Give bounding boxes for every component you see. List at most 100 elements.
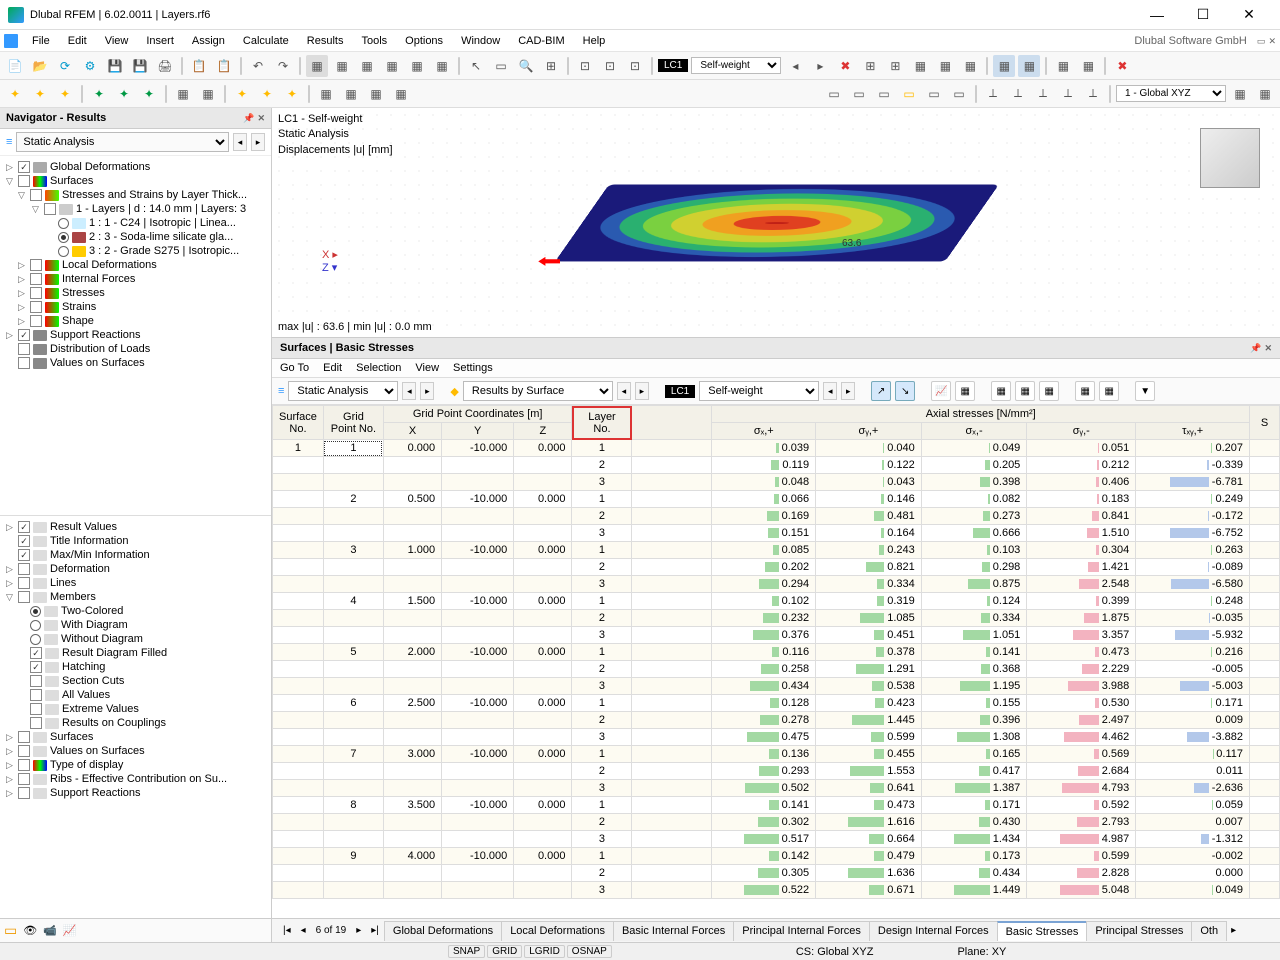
r2-k[interactable]: ✦ [281,83,303,105]
nav-pin-icon[interactable]: 📌 [243,113,254,123]
tb-h[interactable]: ⊡ [574,55,596,77]
tp-ic9[interactable]: ▦ [1099,381,1119,401]
paste-icon[interactable]: 📋 [213,55,235,77]
tp-ic6[interactable]: ▦ [1015,381,1035,401]
tb-m[interactable]: ⊞ [884,55,906,77]
table-row[interactable]: 2 0.169 0.481 0.273 0.841 -0.172 [273,508,1280,525]
tp-ic5[interactable]: ▦ [991,381,1011,401]
3d-viewport[interactable]: LC1 - Self-weight Static Analysis Displa… [272,108,1280,338]
redo-icon[interactable]: ↷ [272,55,294,77]
table-row[interactable]: 3 0.376 0.451 1.051 3.357 -5.932 [273,627,1280,644]
tb-b[interactable]: ▦ [331,55,353,77]
tp-a-next[interactable]: ▸ [420,382,434,400]
select-arrow-icon[interactable]: ↖ [465,55,487,77]
table-row[interactable]: 2 0.293 1.553 0.417 2.684 0.011 [273,763,1280,780]
tp-ic8[interactable]: ▦ [1075,381,1095,401]
r2-o[interactable]: ▦ [390,83,412,105]
bs-4[interactable]: 📈 [63,924,77,937]
tp-ic3[interactable]: 📈 [931,381,951,401]
table-row[interactable]: 31.000-10.0000.0001 0.085 0.243 0.103 0.… [273,542,1280,559]
tb-o[interactable]: ▦ [934,55,956,77]
r2-e[interactable]: ✦ [113,83,135,105]
table-row[interactable]: 2 0.278 1.445 0.396 2.497 0.009 [273,712,1280,729]
tab-global-deformations[interactable]: Global Deformations [384,921,502,941]
undo-icon[interactable]: ↶ [247,55,269,77]
r2-d[interactable]: ✦ [88,83,110,105]
r2-x[interactable]: ⟂ [1032,83,1054,105]
r2-l[interactable]: ▦ [315,83,337,105]
menu-help[interactable]: Help [575,33,614,49]
lgrid-toggle[interactable]: LGRID [524,945,565,958]
table-row[interactable]: 62.500-10.0000.0001 0.128 0.423 0.155 0.… [273,695,1280,712]
tb-g[interactable]: ⊞ [540,55,562,77]
tab-principal-internal-forces[interactable]: Principal Internal Forces [733,921,870,941]
tab-design-internal-forces[interactable]: Design Internal Forces [869,921,998,941]
r2-c[interactable]: ✦ [54,83,76,105]
grid-toggle[interactable]: GRID [487,945,522,958]
table-row[interactable]: 94.000-10.0000.0001 0.142 0.479 0.173 0.… [273,848,1280,865]
tb-p[interactable]: ▦ [959,55,981,77]
table-row[interactable]: 3 0.517 0.664 1.434 4.987 -1.312 [273,831,1280,848]
table-row[interactable]: 83.500-10.0000.0001 0.141 0.473 0.171 0.… [273,797,1280,814]
tp-lc-next[interactable]: ▸ [841,382,855,400]
page-next[interactable]: ▸ [351,925,366,936]
r2-a[interactable]: ✦ [4,83,26,105]
menu-tools[interactable]: Tools [353,33,395,49]
save-icon[interactable]: 💾 [104,55,126,77]
r2-end1[interactable]: ▦ [1229,83,1251,105]
snap-toggle[interactable]: SNAP [448,945,485,958]
table-row[interactable]: 2 0.202 0.821 0.298 1.421 -0.089 [273,559,1280,576]
tb-a[interactable]: ▦ [306,55,328,77]
menu-assign[interactable]: Assign [184,33,233,49]
tb-r[interactable]: ▦ [1018,55,1040,77]
table-row[interactable]: 2 0.258 1.291 0.368 2.229 -0.005 [273,661,1280,678]
r2-h[interactable]: ▦ [197,83,219,105]
tp-a-prev[interactable]: ◂ [402,382,416,400]
table-row[interactable]: 2 0.302 1.616 0.430 2.793 0.007 [273,814,1280,831]
menu-file[interactable]: File [24,33,58,49]
bs-2[interactable]: 👁 [23,924,37,937]
tb-i[interactable]: ⊡ [599,55,621,77]
tp-filter-icon[interactable]: ▼ [1135,381,1155,401]
tb-l[interactable]: ⊞ [859,55,881,77]
tp-results-select[interactable]: Results by Surface [463,381,613,401]
r2-v[interactable]: ⟂ [982,83,1004,105]
tp-menu-go-to[interactable]: Go To [280,362,309,374]
menu-options[interactable]: Options [397,33,451,49]
open-icon[interactable]: 📂 [29,55,51,77]
loadcase-select[interactable]: Self-weight [691,57,781,74]
tb-u[interactable]: ✖ [1111,55,1133,77]
select-box-icon[interactable]: ▭ [490,55,512,77]
nav-close-icon[interactable]: ✕ [257,113,265,123]
r2-s[interactable]: ▭ [898,83,920,105]
lc-next[interactable]: ▸ [809,55,831,77]
app-menu-icon[interactable] [4,34,18,48]
r2-j[interactable]: ✦ [256,83,278,105]
maximize-button[interactable]: ☐ [1180,0,1226,30]
tb-q[interactable]: ▦ [993,55,1015,77]
tab-oth[interactable]: Oth [1191,921,1227,941]
r2-b[interactable]: ✦ [29,83,51,105]
tab-basic-stresses[interactable]: Basic Stresses [997,921,1088,941]
tp-menu-settings[interactable]: Settings [453,362,493,374]
table-row[interactable]: 3 0.048 0.043 0.398 0.406 -6.781 [273,474,1280,491]
tb-d[interactable]: ▦ [381,55,403,77]
r2-u[interactable]: ▭ [948,83,970,105]
zoom-icon[interactable]: 🔍 [515,55,537,77]
menu-view[interactable]: View [97,33,137,49]
table-pin-icon[interactable]: 📌 [1250,343,1261,353]
table-row[interactable]: 3 0.475 0.599 1.308 4.462 -3.882 [273,729,1280,746]
tb-j[interactable]: ⊡ [624,55,646,77]
table-row[interactable]: 3 0.151 0.164 0.666 1.510 -6.752 [273,525,1280,542]
r2-f[interactable]: ✦ [138,83,160,105]
table-row[interactable]: 3 0.434 0.538 1.195 3.988 -5.003 [273,678,1280,695]
table-row[interactable]: 2 0.305 1.636 0.434 2.828 0.000 [273,865,1280,882]
r2-n[interactable]: ▦ [365,83,387,105]
print-icon[interactable]: 🖨 [154,55,176,77]
tb-f[interactable]: ▦ [431,55,453,77]
tp-menu-view[interactable]: View [415,362,439,374]
tabs-more[interactable]: ▸ [1226,925,1241,936]
cycle-icon[interactable]: ⟳ [54,55,76,77]
tp-lc-select[interactable]: Self-weight [699,381,819,401]
r2-z[interactable]: ⟂ [1082,83,1104,105]
